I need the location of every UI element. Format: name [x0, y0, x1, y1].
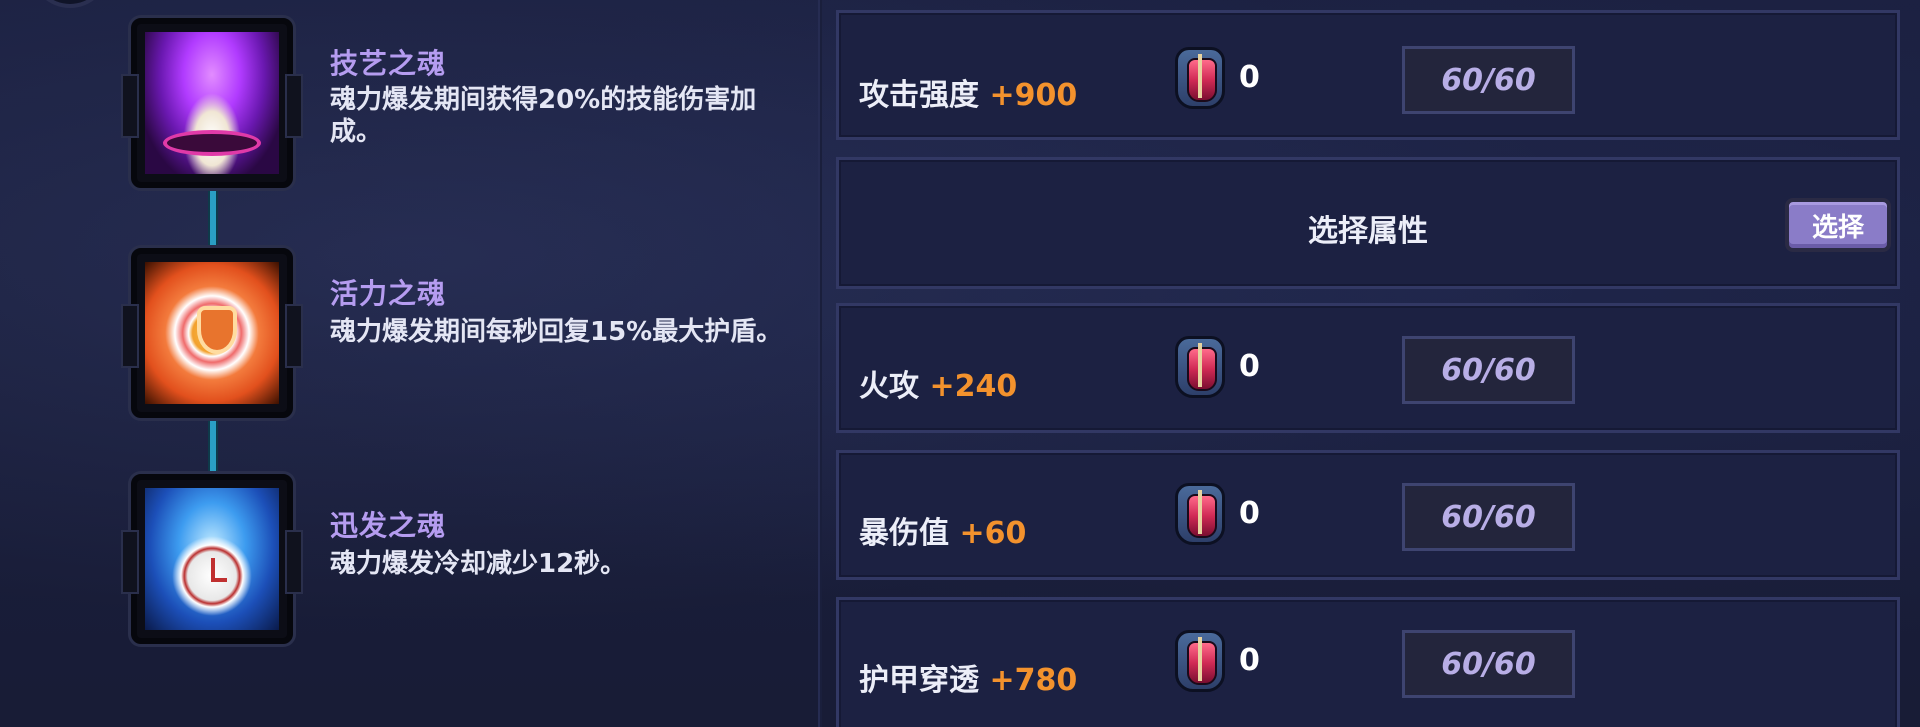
gem-count: 0: [1239, 643, 1260, 678]
soul-gem-icon: [1175, 47, 1225, 109]
skill-description: 魂力爆发冷却减少12秒。: [330, 549, 627, 579]
gem-count: 0: [1239, 60, 1260, 95]
attribute-name: 火攻: [859, 369, 919, 404]
attribute-label: 暴伤值 +60: [859, 508, 1026, 552]
progress-value: 60/60: [1402, 336, 1575, 404]
book-base: [163, 130, 261, 156]
attribute-row: 火攻 +240 0 60/60: [836, 303, 1900, 433]
gem-count: 0: [1239, 349, 1260, 384]
skill-connector: [208, 188, 218, 248]
attribute-label: 火攻 +240: [859, 361, 1017, 405]
panel-divider: [818, 0, 822, 727]
attribute-bonus: +60: [959, 516, 1027, 551]
progress-value: 60/60: [1402, 630, 1575, 698]
soul-gem-icon: [1175, 336, 1225, 398]
attribute-bonus: +240: [929, 369, 1018, 404]
attribute-row: 攻击强度 +900 0 60/60: [836, 10, 1900, 140]
progress-value: 60/60: [1402, 483, 1575, 551]
attribute-name: 暴伤值: [859, 516, 949, 551]
attribute-label: 攻击强度 +900: [859, 70, 1077, 114]
select-attribute-label: 选择属性: [1308, 214, 1428, 249]
skill-icon-frame-2[interactable]: [121, 248, 303, 418]
skill-connector: [208, 420, 218, 472]
purple-flame-book-icon: [145, 32, 279, 174]
attribute-row: 护甲穿透 +780 0 60/60: [836, 597, 1900, 727]
select-attribute-row: 选择属性 选择: [836, 157, 1900, 289]
skill-title: 迅发之魂: [330, 509, 447, 542]
shield-shape: [197, 306, 237, 354]
skill-description: 魂力爆发期间每秒回复15%最大护盾。: [330, 317, 783, 347]
attribute-bonus: +900: [989, 78, 1078, 113]
select-button[interactable]: 选择: [1785, 198, 1891, 252]
attribute-bonus: +780: [989, 663, 1078, 698]
soul-gem-icon: [1175, 630, 1225, 692]
soul-gem-icon: [1175, 483, 1225, 545]
skill-icon-frame-1[interactable]: [121, 18, 303, 188]
orange-shield-icon: [145, 262, 279, 404]
attribute-name: 护甲穿透: [859, 663, 979, 698]
progress-value: 60/60: [1402, 46, 1575, 114]
blue-clock-icon: [145, 488, 279, 630]
attribute-label: 护甲穿透 +780: [859, 655, 1077, 699]
skill-title: 技艺之魂: [330, 47, 447, 80]
skill-description: 魂力爆发期间获得20%的技能伤害加成。: [330, 85, 757, 147]
gem-count: 0: [1239, 496, 1260, 531]
attribute-row: 暴伤值 +60 0 60/60: [836, 450, 1900, 580]
skill-icon-frame-3[interactable]: [121, 474, 303, 644]
clock-hand: [211, 578, 227, 582]
skill-title: 活力之魂: [330, 277, 447, 310]
attribute-name: 攻击强度: [859, 78, 979, 113]
clock-hand: [211, 558, 215, 580]
